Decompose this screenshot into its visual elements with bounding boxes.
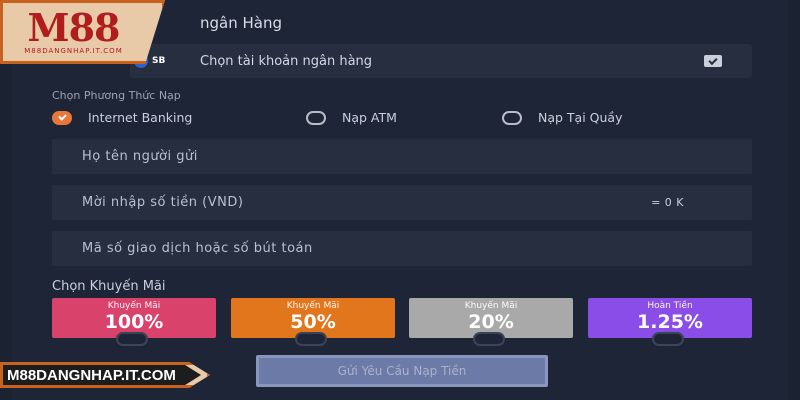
promo-select-knob[interactable] xyxy=(652,332,684,346)
logo-subtext: M88DANGNHAP.IT.COM xyxy=(24,47,123,55)
promo-select-knob[interactable] xyxy=(116,332,148,346)
bank-logo-text: SB xyxy=(152,56,166,66)
promo-label: Chọn Khuyến Mãi xyxy=(52,279,166,294)
chevron-down-icon[interactable] xyxy=(704,55,722,67)
promo-card-20[interactable]: Khuyến Mãi 20% xyxy=(409,298,573,346)
method-option-label: Nạp ATM xyxy=(342,110,397,125)
transaction-code-input[interactable]: Mã số giao dịch hoặc số bút toán xyxy=(52,231,752,266)
bank-account-select[interactable]: SB Chọn tài khoản ngân hàng xyxy=(130,44,752,78)
promo-name: Khuyến Mãi xyxy=(464,301,518,311)
promo-value: 20% xyxy=(468,311,514,333)
promo-name: Hoàn Tiền xyxy=(647,301,693,311)
promo-value: 1.25% xyxy=(637,311,703,333)
logo-text: M88 xyxy=(27,5,121,50)
promo-value: 100% xyxy=(104,311,164,333)
method-option-label: Internet Banking xyxy=(88,110,193,125)
deposit-method-label: Chọn Phương Thức Nạp xyxy=(52,89,181,102)
promo-value: 50% xyxy=(290,311,336,333)
amount-input[interactable]: Mời nhập số tiền (VND) = 0 K xyxy=(52,185,752,220)
promo-select-knob[interactable] xyxy=(295,332,327,346)
site-banner: M88DANGNHAP.IT.COM xyxy=(3,365,201,385)
method-option-atm[interactable]: Nạp ATM xyxy=(306,110,397,125)
promo-select-knob[interactable] xyxy=(473,332,505,346)
sender-name-input[interactable]: Họ tên người gửi xyxy=(52,139,752,174)
radio-checked-icon[interactable] xyxy=(52,110,72,125)
amount-placeholder: Mời nhập số tiền (VND) xyxy=(82,195,244,210)
bank-section-title: ngân Hàng xyxy=(200,14,282,32)
deposit-method-options: Internet Banking Nạp ATM Nạp Tại Quầy xyxy=(52,110,772,128)
method-option-counter[interactable]: Nạp Tại Quầy xyxy=(502,110,622,125)
promo-card-cashback[interactable]: Hoàn Tiền 1.25% xyxy=(588,298,752,346)
radio-unchecked-icon[interactable] xyxy=(502,110,522,125)
promo-card-100[interactable]: Khuyến Mãi 100% xyxy=(52,298,216,346)
brand-logo: M88 M88DANGNHAP.IT.COM xyxy=(0,0,165,64)
radio-unchecked-icon[interactable] xyxy=(306,110,326,125)
transaction-code-placeholder: Mã số giao dịch hoặc số bút toán xyxy=(82,241,313,256)
method-option-internet-banking[interactable]: Internet Banking xyxy=(52,110,192,125)
promo-name: Khuyến Mãi xyxy=(286,301,340,311)
amount-suffix: = 0 K xyxy=(651,196,684,209)
promo-card-50[interactable]: Khuyến Mãi 50% xyxy=(231,298,395,346)
submit-deposit-button[interactable]: Gửi Yêu Cầu Nạp Tiền xyxy=(256,355,548,387)
sender-name-placeholder: Họ tên người gửi xyxy=(82,149,198,164)
method-option-label: Nạp Tại Quầy xyxy=(538,110,623,125)
bank-select-placeholder: Chọn tài khoản ngân hàng xyxy=(200,53,373,69)
promo-name: Khuyến Mãi xyxy=(107,301,161,311)
